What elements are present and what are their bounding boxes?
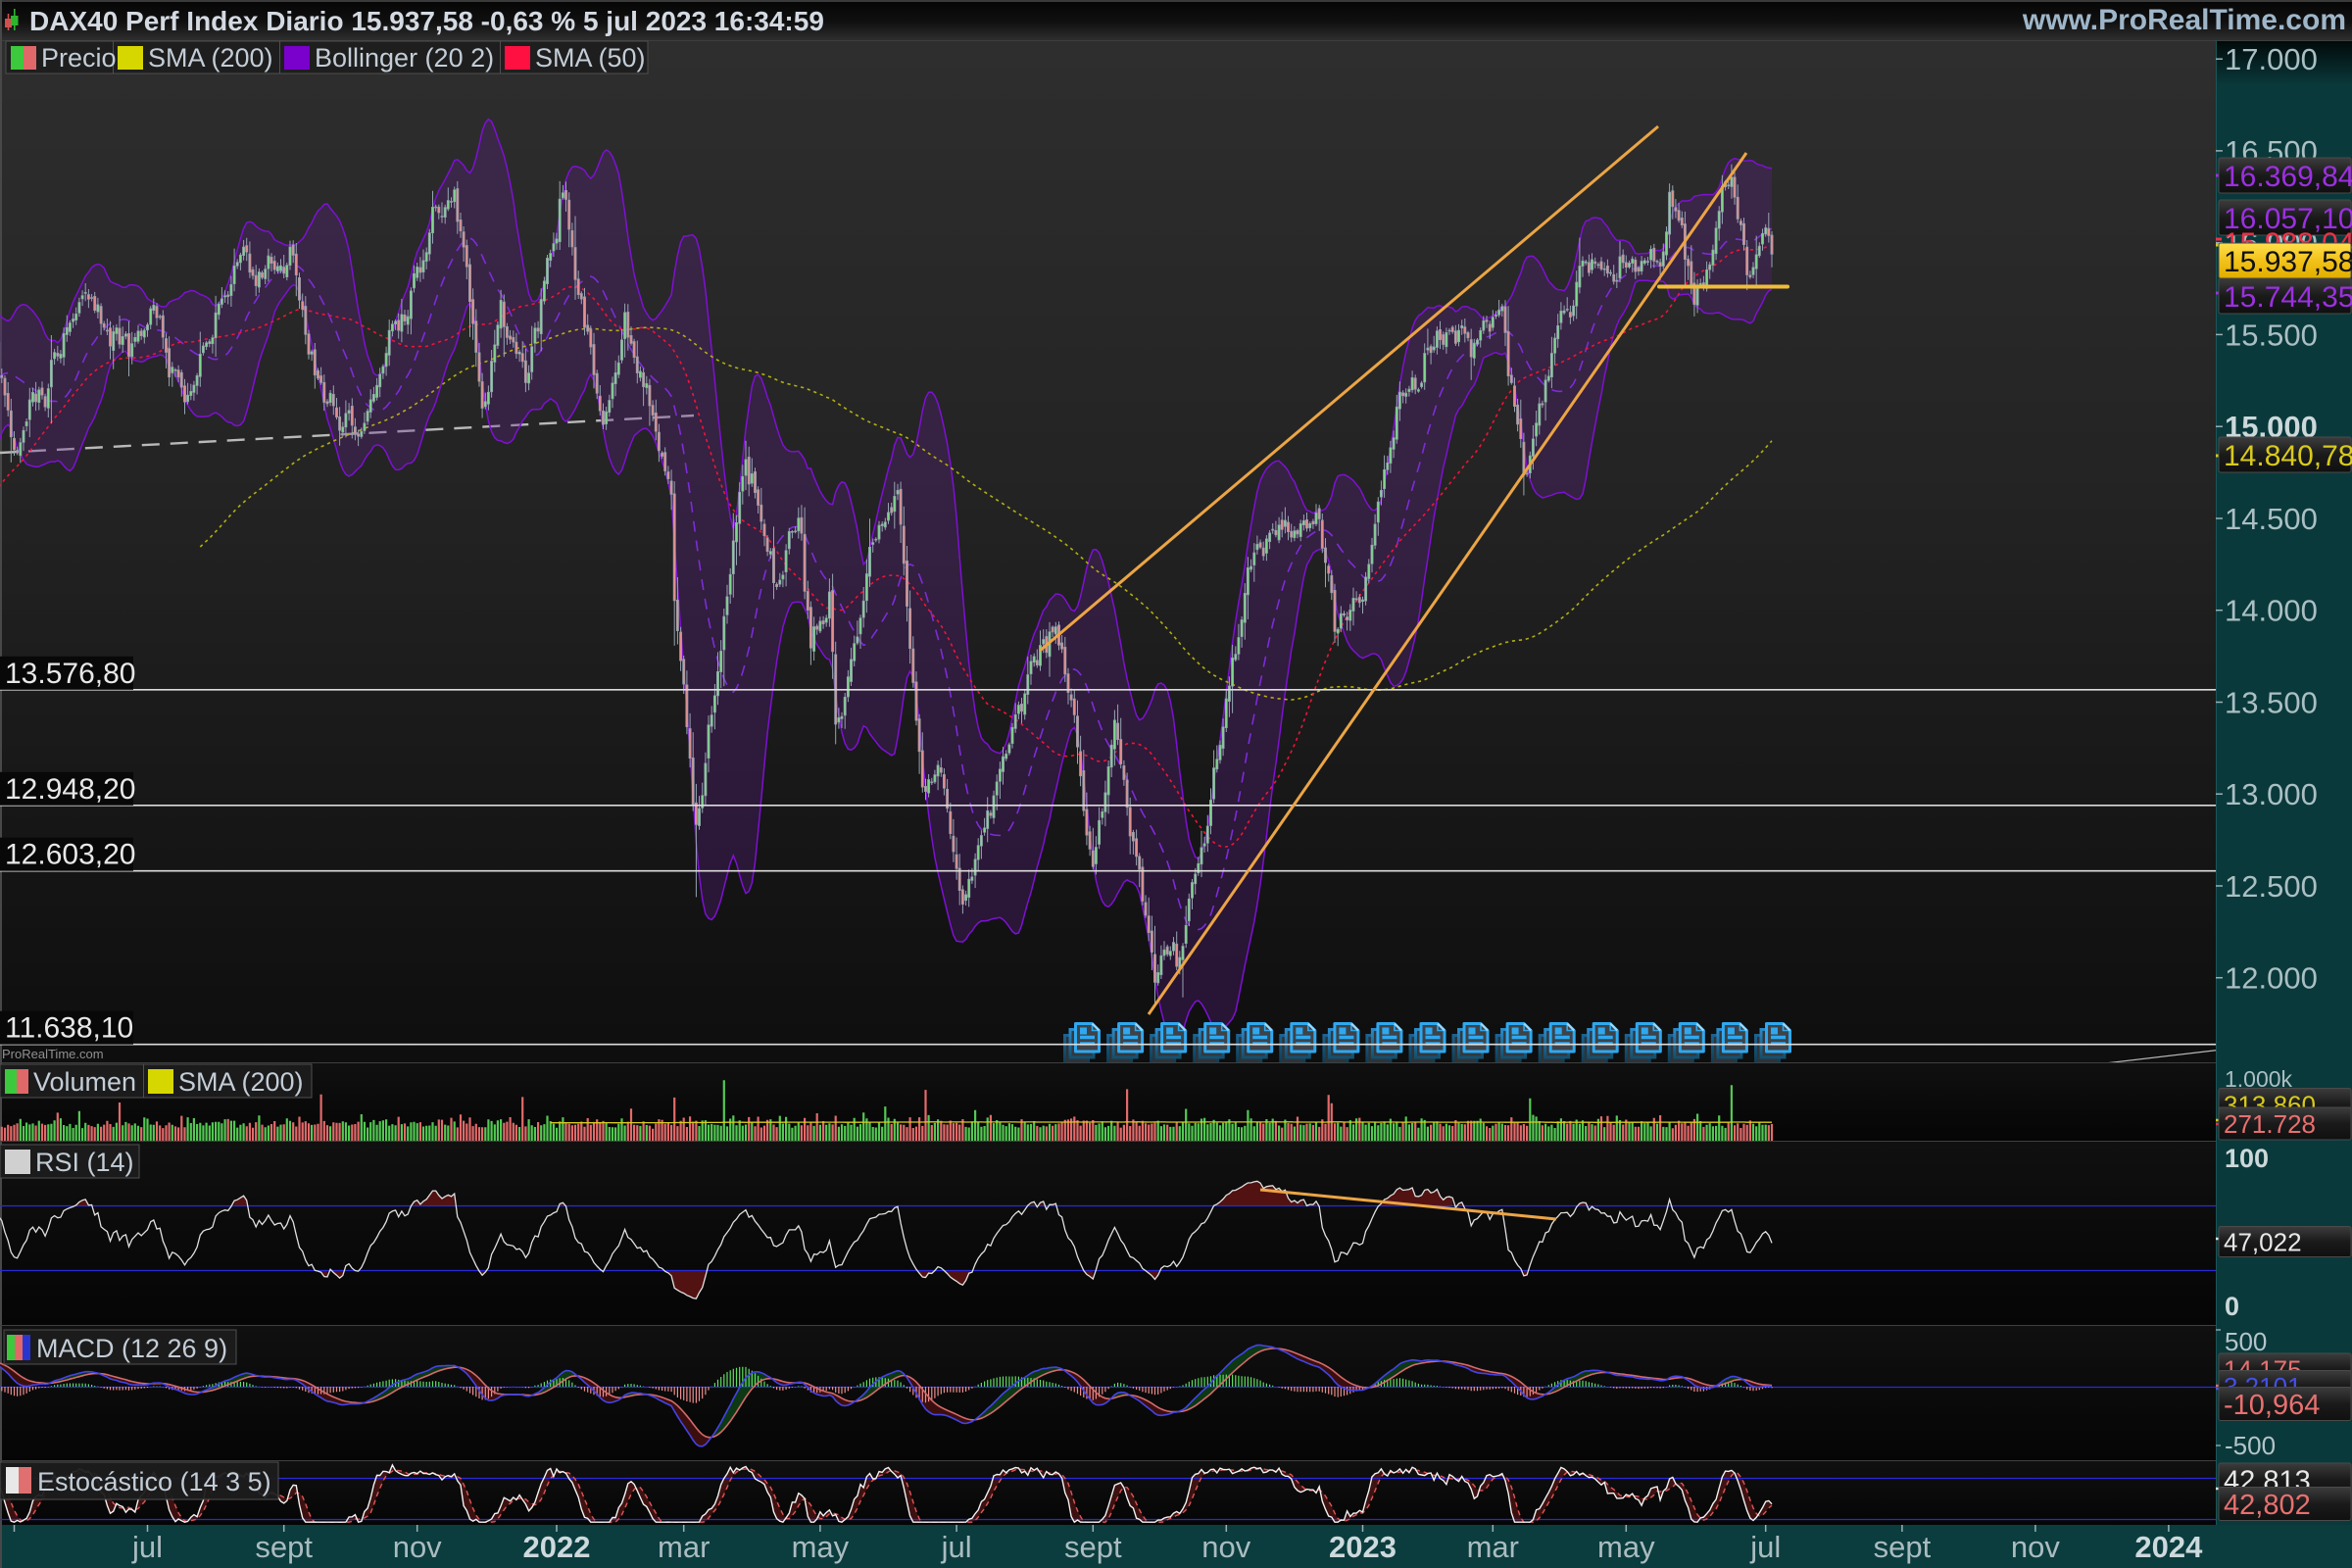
- svg-text:15.937,58: 15.937,58: [2224, 246, 2352, 278]
- svg-text:12.948,20: 12.948,20: [5, 773, 135, 806]
- svg-text:Estocástico (14 3 5): Estocástico (14 3 5): [37, 1467, 271, 1496]
- svg-text:14.500: 14.500: [2225, 502, 2318, 536]
- svg-text:100: 100: [2225, 1144, 2269, 1173]
- svg-text:42,802: 42,802: [2224, 1490, 2311, 1521]
- svg-text:14.000: 14.000: [2225, 594, 2318, 628]
- svg-text:47,022: 47,022: [2224, 1227, 2302, 1256]
- svg-text:SMA (200): SMA (200): [178, 1067, 304, 1097]
- svg-text:nov: nov: [2011, 1530, 2060, 1564]
- svg-text:ProRealTime.com: ProRealTime.com: [2, 1047, 104, 1061]
- svg-text:12.000: 12.000: [2225, 961, 2318, 996]
- svg-text:13.576,80: 13.576,80: [5, 658, 135, 690]
- svg-text:sept: sept: [255, 1530, 313, 1564]
- svg-text:sept: sept: [1064, 1530, 1122, 1564]
- svg-text:Precio: Precio: [41, 43, 117, 73]
- svg-text:Volumen: Volumen: [33, 1067, 136, 1097]
- svg-text:15.744,35: 15.744,35: [2224, 281, 2352, 314]
- svg-text:-500: -500: [2225, 1431, 2276, 1460]
- svg-text:12.500: 12.500: [2225, 869, 2318, 904]
- svg-text:13.000: 13.000: [2225, 777, 2318, 811]
- svg-text:271.728: 271.728: [2224, 1109, 2316, 1139]
- svg-text:0: 0: [2225, 1292, 2239, 1321]
- svg-text:RSI (14): RSI (14): [35, 1148, 134, 1177]
- svg-text:nov: nov: [1201, 1530, 1250, 1564]
- svg-text:13.500: 13.500: [2225, 686, 2318, 720]
- svg-text:2024: 2024: [2134, 1530, 2203, 1564]
- svg-text:2022: 2022: [523, 1530, 591, 1564]
- svg-text:jul: jul: [131, 1530, 163, 1564]
- svg-text:14.840,78: 14.840,78: [2224, 440, 2352, 472]
- svg-text:16.369,84: 16.369,84: [2224, 161, 2352, 193]
- svg-text:DAX40 Perf Index Diario 15.937: DAX40 Perf Index Diario 15.937,58 -0,63 …: [29, 6, 824, 36]
- svg-text:2023: 2023: [1329, 1530, 1396, 1564]
- svg-text:15.500: 15.500: [2225, 318, 2318, 352]
- svg-text:500: 500: [2225, 1327, 2267, 1356]
- svg-text:-10,964: -10,964: [2224, 1390, 2320, 1421]
- svg-text:www.ProRealTime.com: www.ProRealTime.com: [2022, 4, 2346, 36]
- svg-text:SMA (50): SMA (50): [535, 43, 646, 73]
- svg-text:MACD (12 26 9): MACD (12 26 9): [36, 1334, 227, 1363]
- svg-text:12.603,20: 12.603,20: [5, 839, 135, 871]
- svg-text:may: may: [792, 1530, 850, 1564]
- svg-text:may: may: [1597, 1530, 1655, 1564]
- svg-text:jul: jul: [941, 1530, 972, 1564]
- svg-text:sept: sept: [1874, 1530, 1932, 1564]
- svg-text:Bollinger (20 2): Bollinger (20 2): [315, 43, 494, 73]
- svg-text:17.000: 17.000: [2225, 42, 2318, 76]
- svg-text:mar: mar: [1467, 1530, 1519, 1564]
- svg-text:SMA (200): SMA (200): [148, 43, 273, 73]
- svg-text:11.638,10: 11.638,10: [5, 1012, 133, 1045]
- svg-text:mar: mar: [658, 1530, 710, 1564]
- svg-text:jul: jul: [1749, 1530, 1781, 1564]
- svg-text:nov: nov: [393, 1530, 442, 1564]
